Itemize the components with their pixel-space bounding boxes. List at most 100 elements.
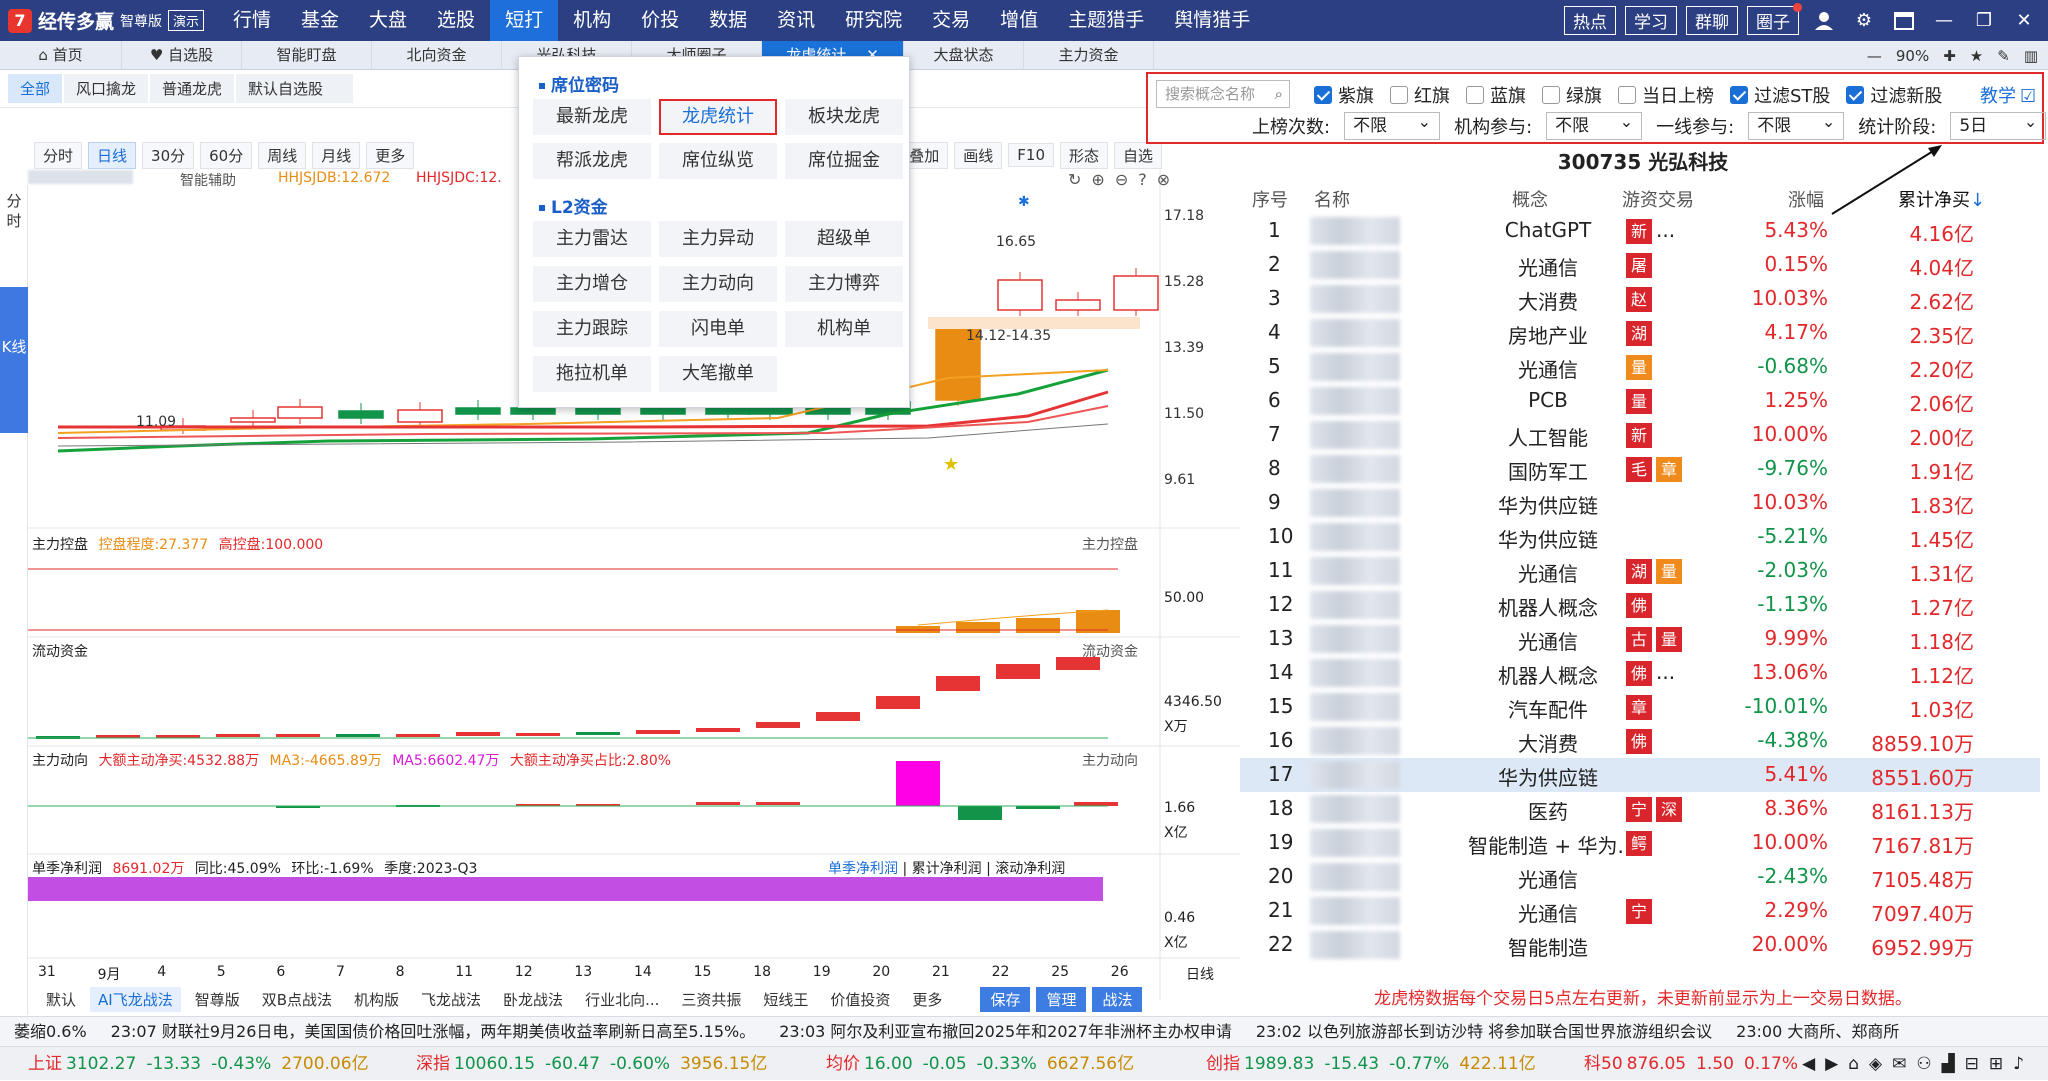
menu-5[interactable]: 机构: [558, 0, 626, 41]
dropdown-seat-overview[interactable]: 席位纵览: [659, 143, 777, 179]
index-item[interactable]: 创指 1989.83 -15.43 -0.77% 422.11亿: [1206, 1047, 1536, 1081]
tab-7[interactable]: 大盘状态: [904, 41, 1024, 70]
restore-icon[interactable]: ❐: [1968, 0, 2000, 41]
dropdown-seat-mining[interactable]: 席位掘金: [785, 143, 903, 179]
col-concept[interactable]: 概念: [1512, 186, 1548, 212]
hot-money-tag[interactable]: 深: [1656, 797, 1682, 822]
pen-icon[interactable]: ✎: [1997, 47, 2010, 65]
table-row[interactable]: 12 机器人概念 佛 -1.13% 1.27亿: [1240, 588, 2040, 622]
table-row[interactable]: 2 光通信 屠 0.15% 4.04亿: [1240, 248, 2040, 282]
table-row[interactable]: 7 人工智能 新 10.00% 2.00亿: [1240, 418, 2040, 452]
strategy-tab-1[interactable]: AI飞龙战法: [90, 986, 181, 1012]
subtab-2[interactable]: 普通龙虎: [150, 74, 235, 103]
dropdown-l2-item-8[interactable]: 机构单: [785, 311, 903, 347]
index-item[interactable]: 科50 876.05 1.50 0.17%: [1584, 1047, 1808, 1081]
table-row[interactable]: 5 光通信 量 -0.68% 2.20亿: [1240, 350, 2040, 384]
subtab-1[interactable]: 风口擒龙: [64, 74, 149, 103]
user-icon[interactable]: [1808, 0, 1840, 41]
hot-money-tag[interactable]: 量: [1656, 627, 1682, 652]
menu-1[interactable]: 基金: [286, 0, 354, 41]
col-change[interactable]: 涨幅: [1788, 186, 1824, 212]
hot-button[interactable]: 热点: [1564, 6, 1616, 35]
group-chat-button[interactable]: 群聊: [1686, 6, 1738, 35]
flag-filter-0[interactable]: 紫旗: [1314, 82, 1374, 108]
bottom-action-2[interactable]: 战法: [1092, 986, 1143, 1012]
menu-9[interactable]: 研究院: [830, 0, 917, 41]
filter-select-0[interactable]: 不限: [1344, 109, 1441, 140]
menu-13[interactable]: 舆情猎手: [1159, 0, 1265, 41]
close-window-icon[interactable]: ✕: [2008, 0, 2040, 41]
hot-money-tag[interactable]: 赵: [1626, 287, 1652, 312]
chart-period-5[interactable]: 月线: [312, 141, 361, 169]
chart-tool-4[interactable]: 自选: [1114, 141, 1163, 169]
checkbox[interactable]: [1390, 86, 1408, 104]
menu-8[interactable]: 资讯: [762, 0, 830, 41]
table-row[interactable]: 11 光通信 湖量 -2.03% 1.31亿: [1240, 554, 2040, 588]
ticker-item[interactable]: 23:00 大商所、郑商所: [1736, 1022, 1899, 1041]
flag-filter-6[interactable]: 过滤新股: [1846, 82, 1942, 108]
index-item[interactable]: 均价 16.00 -0.05 -0.33% 6627.56亿: [826, 1047, 1134, 1081]
dropdown-l2-item-3[interactable]: 主力增仓: [533, 266, 651, 302]
hot-money-tag[interactable]: 宁: [1626, 899, 1652, 924]
circle-button[interactable]: 圈子: [1747, 3, 1802, 35]
table-row[interactable]: 20 光通信 -2.43% 7105.48万: [1240, 860, 2040, 894]
app-logo[interactable]: 7 经传多赢 智尊版 演示: [0, 7, 218, 34]
table-row[interactable]: 6 PCB 量 1.25% 2.06亿: [1240, 384, 2040, 418]
table-row[interactable]: 10 华为供应链 -5.21% 1.45亿: [1240, 520, 2040, 554]
menu-11[interactable]: 增值: [985, 0, 1053, 41]
hot-money-tag[interactable]: 量: [1656, 559, 1682, 584]
hot-money-tag[interactable]: 屠: [1626, 253, 1652, 278]
table-row[interactable]: 4 房地产业 湖 4.17% 2.35亿: [1240, 316, 2040, 350]
menu-4[interactable]: 短打: [490, 0, 559, 41]
col-hot-money[interactable]: 游资交易: [1622, 186, 1694, 212]
hot-money-tag[interactable]: 佛: [1626, 729, 1652, 754]
menu-10[interactable]: 交易: [917, 0, 985, 41]
dropdown-l2-item-6[interactable]: 主力跟踪: [533, 311, 651, 347]
dropdown-l2-item-1[interactable]: 主力异动: [659, 221, 777, 257]
hot-money-tag[interactable]: 量: [1626, 389, 1652, 414]
ticker-item[interactable]: 23:07 财联社9月26日电，美国国债价格回吐涨幅，两年期美债收益率刷新日高至…: [111, 1022, 756, 1041]
col-net-buy[interactable]: 累计净买↓: [1898, 186, 1985, 212]
hot-money-tag[interactable]: 章: [1626, 695, 1652, 720]
tab-3[interactable]: 北向资金: [372, 41, 502, 70]
tab-0[interactable]: ⌂ 首页: [0, 41, 122, 70]
flag-filter-2[interactable]: 蓝旗: [1466, 82, 1526, 108]
hot-money-tag[interactable]: 章: [1656, 457, 1682, 482]
hot-money-tag[interactable]: 古: [1626, 627, 1652, 652]
learn-button[interactable]: 学习: [1625, 6, 1677, 35]
strategy-tab-7[interactable]: 行业北向...: [577, 987, 667, 1012]
star-icon[interactable]: ★: [1970, 47, 1983, 65]
index-item[interactable]: 上证 3102.27 -13.33 -0.43% 2700.06亿: [28, 1047, 369, 1081]
bottom-action-1[interactable]: 管理: [1036, 986, 1087, 1012]
menu-6[interactable]: 价投: [626, 0, 694, 41]
strategy-tab-8[interactable]: 三资共振: [673, 987, 749, 1012]
zoom-in-icon[interactable]: ✚: [1943, 47, 1956, 65]
table-row[interactable]: 19 智能制造 + 华为... 鳄 10.00% 7167.81万: [1240, 826, 2040, 860]
dropdown-gang-dragon[interactable]: 帮派龙虎: [533, 143, 651, 179]
index-item[interactable]: 深指 10060.15 -60.47 -0.60% 3956.15亿: [416, 1047, 767, 1081]
strategy-tab-2[interactable]: 智尊版: [187, 987, 248, 1012]
dropdown-l2-item-4[interactable]: 主力动向: [659, 266, 777, 302]
col-name[interactable]: 名称: [1314, 186, 1350, 212]
strategy-tab-10[interactable]: 价值投资: [822, 987, 898, 1012]
chart-period-3[interactable]: 60分: [200, 141, 253, 169]
strategy-tab-6[interactable]: 卧龙战法: [495, 987, 571, 1012]
filter-select-3[interactable]: 5日: [1950, 109, 2047, 140]
table-row[interactable]: 18 医药 宁深 8.36% 8161.13万: [1240, 792, 2040, 826]
checkbox[interactable]: [1730, 86, 1748, 104]
teach-link[interactable]: 教学 ☑: [1980, 82, 2036, 108]
hot-money-tag[interactable]: 新: [1626, 423, 1652, 448]
ticker-item[interactable]: 23:03 阿尔及利亚宣布撤回2025年和2027年非洲杯主办权申请: [779, 1022, 1232, 1041]
dropdown-dragon-stats[interactable]: 龙虎统计: [659, 99, 777, 135]
chart-tool-1[interactable]: 画线: [954, 141, 1003, 169]
ticker-item[interactable]: 萎缩0.6%: [14, 1022, 87, 1041]
table-row[interactable]: 14 机器人概念 佛... 13.06% 1.12亿: [1240, 656, 2040, 690]
index-bar-icons[interactable]: ◀▶⌂◈✉⚇▟⊟⊞♪: [1802, 1047, 2034, 1081]
menu-3[interactable]: 选股: [422, 0, 490, 41]
subtab-3[interactable]: 默认自选股: [236, 74, 354, 103]
chart-period-6[interactable]: 更多: [366, 141, 415, 169]
flag-filter-5[interactable]: 过滤ST股: [1730, 82, 1830, 108]
panel-icons[interactable]: ↻⊕⊖?⊗: [1068, 170, 1180, 189]
demo-badge[interactable]: 演示: [168, 10, 205, 31]
tab-8[interactable]: 主力资金: [1024, 41, 1154, 70]
